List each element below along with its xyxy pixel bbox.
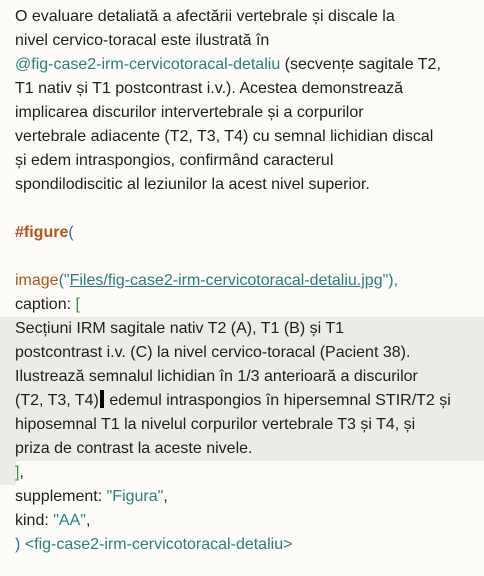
image-path-link[interactable]: Files/fig-case2-irm-cervicotoracal-detal… [70, 272, 383, 289]
code-line-supplement[interactable]: supplement: "Figura", [0, 485, 484, 509]
caption-text: Ilustrează semnalul lichidian în 1/3 ant… [15, 368, 418, 385]
image-function: image [15, 272, 59, 289]
caption-text: postcontrast i.v. (C) la nivel cervico-t… [15, 344, 411, 361]
caption-line[interactable]: priza de contrast la aceste nivele. [0, 437, 484, 461]
caption-line[interactable]: (T2, T3, T4) edemul intraspongios în hip… [0, 389, 484, 413]
code-editor[interactable]: O evaluare detaliată a afectării vertebr… [0, 0, 484, 576]
caption-text: (T2, T3, T4) [15, 392, 99, 409]
kind-sep: : [44, 512, 54, 529]
text-line[interactable]: spondilodiscitic al leziunilor la acest … [0, 173, 484, 197]
paragraph-text: T1 nativ și T1 postcontrast i.v.). Acest… [15, 80, 404, 97]
caption-text: priza de contrast la aceste nivele. [15, 440, 253, 457]
caption-line[interactable]: Secțiuni IRM sagitale nativ T2 (A), T1 (… [0, 317, 484, 341]
comma: , [163, 488, 168, 505]
paragraph-text: (secvențe sagitale T2, [280, 56, 441, 73]
paragraph-text: spondilodiscitic al leziunilor la acest … [15, 176, 370, 193]
text-line[interactable]: nivel cervico-toracal este ilustrată în [0, 29, 484, 53]
open-paren: ( [68, 224, 74, 241]
code-line-kind[interactable]: kind: "AA", [0, 509, 484, 533]
paragraph-text: vertebrale adiacente (T2, T3, T4) cu sem… [15, 128, 434, 145]
caption-text: edemul intraspongios în hipersemnal STIR… [104, 392, 451, 409]
caption-line[interactable]: Ilustrează semnalul lichidian în 1/3 ant… [0, 365, 484, 389]
kind-value: "AA" [53, 512, 86, 529]
caption-key: caption [15, 296, 67, 313]
paragraph-text: și edem intraspongios, confirmând caract… [15, 152, 334, 169]
paragraph-text: nivel cervico-toracal este ilustrată în [15, 32, 270, 49]
comma: , [19, 464, 24, 481]
text-line[interactable]: vertebrale adiacente (T2, T3, T4) cu sem… [0, 125, 484, 149]
paragraph-text: O evaluare detaliată a afectării vertebr… [15, 8, 395, 25]
caption-line[interactable]: hiposemnal T1 la nivelul corpurilor vert… [0, 413, 484, 437]
image-open: (" [58, 272, 70, 289]
supplement-value: "Figura" [106, 488, 164, 505]
figure-keyword: #figure [15, 224, 69, 241]
code-line-image[interactable]: image("Files/fig-case2-irm-cervicotoraca… [0, 269, 484, 293]
code-line-caption[interactable]: caption: [ [0, 293, 484, 317]
comma: , [85, 512, 91, 529]
text-line[interactable]: T1 nativ și T1 postcontrast i.v.). Acest… [0, 77, 484, 101]
caption-text: Secțiuni IRM sagitale nativ T2 (A), T1 (… [15, 320, 345, 337]
text-line[interactable]: O evaluare detaliată a afectării vertebr… [0, 5, 484, 29]
text-line[interactable]: @fig-case2-irm-cervicotoracal-detaliu (s… [0, 53, 484, 77]
text-cursor [99, 390, 104, 408]
caption-open-bracket: [ [75, 296, 80, 313]
kind-key: kind [15, 512, 45, 529]
figure-label: <fig-case2-irm-cervicotoracal-detaliu> [20, 536, 293, 553]
code-line-close[interactable]: ) <fig-case2-irm-cervicotoracal-detaliu> [0, 533, 484, 557]
text-line[interactable]: și edem intraspongios, confirmând caract… [0, 149, 484, 173]
text-line[interactable]: implicarea discurilor intervertebrale și… [0, 101, 484, 125]
caption-line[interactable]: postcontrast i.v. (C) la nivel cervico-t… [0, 341, 484, 365]
code-line-figure[interactable]: #figure( [0, 221, 484, 245]
supplement-sep: : [97, 488, 107, 505]
supplement-key: supplement [15, 488, 98, 505]
code-line-caption-close[interactable]: ], [0, 461, 484, 485]
paragraph-text: implicarea discurilor intervertebrale și… [15, 104, 364, 121]
caption-text: hiposemnal T1 la nivelul corpurilor vert… [15, 416, 416, 433]
image-close: "), [382, 272, 399, 289]
figure-reference-link[interactable]: @fig-case2-irm-cervicotoracal-detaliu [15, 56, 280, 73]
